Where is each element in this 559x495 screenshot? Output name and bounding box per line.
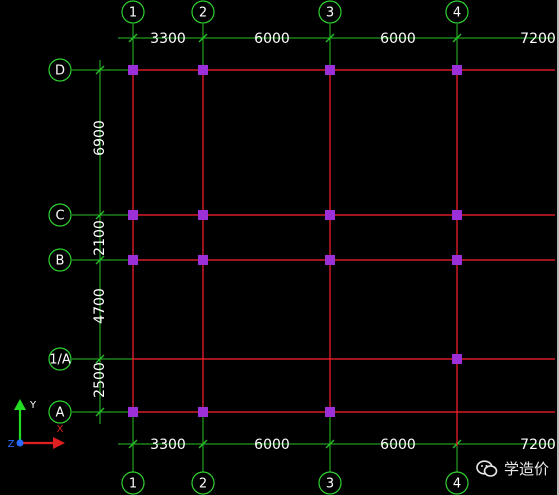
column-1-D[interactable] bbox=[128, 65, 138, 75]
grid-bubble-bottom-1-label: 1 bbox=[129, 477, 137, 492]
column-1-B[interactable] bbox=[128, 255, 138, 265]
column-3-A[interactable] bbox=[325, 407, 335, 417]
grid-bubble-bottom-3-label: 3 bbox=[326, 477, 334, 492]
dimension-top-7200: 7200 bbox=[520, 31, 556, 47]
dimension-top-3300: 3300 bbox=[150, 31, 186, 47]
column-2-A[interactable] bbox=[198, 407, 208, 417]
ucs-y-arrow-icon bbox=[14, 399, 26, 410]
dimension-left-6900: 6900 bbox=[92, 120, 108, 156]
grid-bubble-bottom-2-label: 2 bbox=[199, 477, 207, 492]
dimension-left-2100: 2100 bbox=[92, 220, 108, 256]
grid-bubble-left-C-label: C bbox=[55, 209, 64, 224]
dimension-top-6000: 6000 bbox=[380, 31, 416, 47]
cad-drawing-canvas[interactable]: 1 1 2 2 3 3 4 4 D C B 1/A A 3300 3300 6000 6000 6000 6000 7… bbox=[0, 0, 559, 495]
column-3-B[interactable] bbox=[325, 255, 335, 265]
grid-bubble-bottom-4-label: 4 bbox=[453, 477, 461, 492]
dimension-bottom-3300: 3300 bbox=[150, 437, 186, 453]
column-4-B[interactable] bbox=[452, 255, 462, 265]
ucs-z-label: Z bbox=[8, 439, 15, 450]
grid-bubble-left-D-label: D bbox=[55, 64, 65, 79]
grid-bubble-top-3-label: 3 bbox=[326, 6, 334, 21]
column-2-C[interactable] bbox=[198, 210, 208, 220]
grid-bubble-left-1-A-label: 1/A bbox=[49, 353, 71, 368]
ucs-z-origin-icon bbox=[16, 439, 24, 447]
grid-bubble-top-4-label: 4 bbox=[453, 6, 461, 21]
column-4-D[interactable] bbox=[452, 65, 462, 75]
grid-bubble-top-1-label: 1 bbox=[129, 6, 137, 21]
grid-bubble-left-A-label: A bbox=[56, 406, 65, 421]
column-3-C[interactable] bbox=[325, 210, 335, 220]
ucs-x-arrow-icon bbox=[53, 437, 65, 449]
column-1-C[interactable] bbox=[128, 210, 138, 220]
column-4-1-A[interactable] bbox=[452, 354, 462, 364]
watermark: 学造价 bbox=[476, 458, 549, 479]
dimension-bottom-7200: 7200 bbox=[520, 437, 556, 453]
dimension-bottom-6000: 6000 bbox=[254, 437, 290, 453]
grid-bubble-left-B-label: B bbox=[56, 254, 65, 269]
ucs-y-label: Y bbox=[29, 400, 37, 411]
ucs-x-label: X bbox=[57, 424, 64, 435]
dimension-left-2500: 2500 bbox=[92, 362, 108, 398]
wechat-icon bbox=[476, 459, 498, 477]
dimension-bottom-6000: 6000 bbox=[380, 437, 416, 453]
dimension-top-6000: 6000 bbox=[254, 31, 290, 47]
column-1-A[interactable] bbox=[128, 407, 138, 417]
dimension-left-4700: 4700 bbox=[92, 288, 108, 324]
column-3-D[interactable] bbox=[325, 65, 335, 75]
column-2-D[interactable] bbox=[198, 65, 208, 75]
column-4-C[interactable] bbox=[452, 210, 462, 220]
grid-bubble-top-2-label: 2 bbox=[199, 6, 207, 21]
column-2-B[interactable] bbox=[198, 255, 208, 265]
structural-grid-plan[interactable]: 1 1 2 2 3 3 4 4 D C B 1/A A 3300 3300 6000 6000 6000 6000 7… bbox=[0, 0, 559, 495]
watermark-text: 学造价 bbox=[503, 460, 549, 478]
